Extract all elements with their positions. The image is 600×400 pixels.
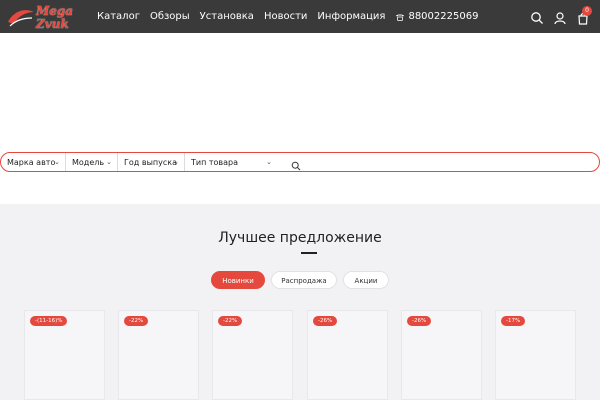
- tab-new[interactable]: Новинки: [211, 271, 265, 289]
- search-icon: [531, 11, 543, 24]
- logo-text-line2: Zvuk: [36, 17, 69, 31]
- product-card[interactable]: -22%: [118, 310, 199, 400]
- model-select[interactable]: Модель ⌄: [66, 153, 118, 171]
- main-nav: Каталог Обзоры Установка Новости Информа…: [97, 0, 478, 33]
- product-cards: -(11-16)% -22% -22% -26% -26% -17%: [24, 310, 600, 400]
- logo-swoosh-icon: [8, 10, 34, 27]
- brand-select-label: Марка авто: [7, 157, 56, 167]
- search-icon: [291, 161, 301, 171]
- nav-installation[interactable]: Установка: [200, 11, 254, 22]
- phone-icon: [396, 14, 405, 21]
- discount-badge: -17%: [501, 316, 526, 326]
- site-logo[interactable]: Mega Zvuk: [6, 2, 90, 32]
- discount-badge: -22%: [124, 316, 149, 326]
- year-select-label: Год выпуска: [124, 157, 177, 167]
- account-button[interactable]: [553, 10, 567, 24]
- cart-count-badge: 0: [582, 5, 592, 16]
- product-card[interactable]: -26%: [401, 310, 482, 400]
- chevron-down-icon: ⌄: [54, 158, 60, 166]
- discount-badge: -22%: [218, 316, 243, 326]
- offer-tabs: Новинки Распродажа Акции: [0, 271, 600, 289]
- chevron-down-icon: ⌄: [173, 158, 179, 166]
- nav-catalog[interactable]: Каталог: [97, 11, 140, 22]
- tab-promotions[interactable]: Акции: [343, 271, 389, 289]
- user-icon: [554, 11, 566, 24]
- chevron-down-icon: ⌄: [266, 158, 272, 166]
- logo-text-line1: Mega: [36, 4, 74, 18]
- header-actions: 0: [521, 0, 592, 33]
- filter-search-button[interactable]: [291, 156, 303, 171]
- cart-button[interactable]: 0: [576, 5, 592, 25]
- discount-badge: -(11-16)%: [30, 316, 68, 326]
- discount-badge: -26%: [313, 316, 338, 326]
- product-card[interactable]: -26%: [307, 310, 388, 400]
- product-card[interactable]: -17%: [495, 310, 576, 400]
- product-type-select[interactable]: Тип товара ⌄: [185, 153, 277, 171]
- model-select-label: Модель: [72, 157, 105, 167]
- title-underline: [301, 252, 317, 254]
- nav-news[interactable]: Новости: [264, 11, 307, 22]
- phone-number: 88002225069: [408, 11, 479, 22]
- phone-link[interactable]: 88002225069: [395, 11, 478, 22]
- tab-sale[interactable]: Распродажа: [271, 271, 337, 289]
- search-button[interactable]: [530, 10, 544, 24]
- section-title: Лучшее предложение: [218, 230, 382, 246]
- product-card[interactable]: -(11-16)%: [24, 310, 105, 400]
- chevron-down-icon: ⌄: [106, 158, 112, 166]
- top-header: Mega Zvuk Каталог Обзоры Установка Новос…: [0, 0, 600, 33]
- discount-badge: -26%: [407, 316, 432, 326]
- nav-information[interactable]: Информация: [317, 11, 385, 22]
- nav-reviews[interactable]: Обзоры: [150, 11, 190, 22]
- product-type-select-label: Тип товара: [191, 157, 239, 167]
- product-card[interactable]: -22%: [212, 310, 293, 400]
- brand-select[interactable]: Марка авто ⌄: [1, 153, 66, 171]
- year-select[interactable]: Год выпуска ⌄: [118, 153, 185, 171]
- car-filter-bar: Марка авто ⌄ Модель ⌄ Год выпуска ⌄ Тип …: [0, 152, 600, 172]
